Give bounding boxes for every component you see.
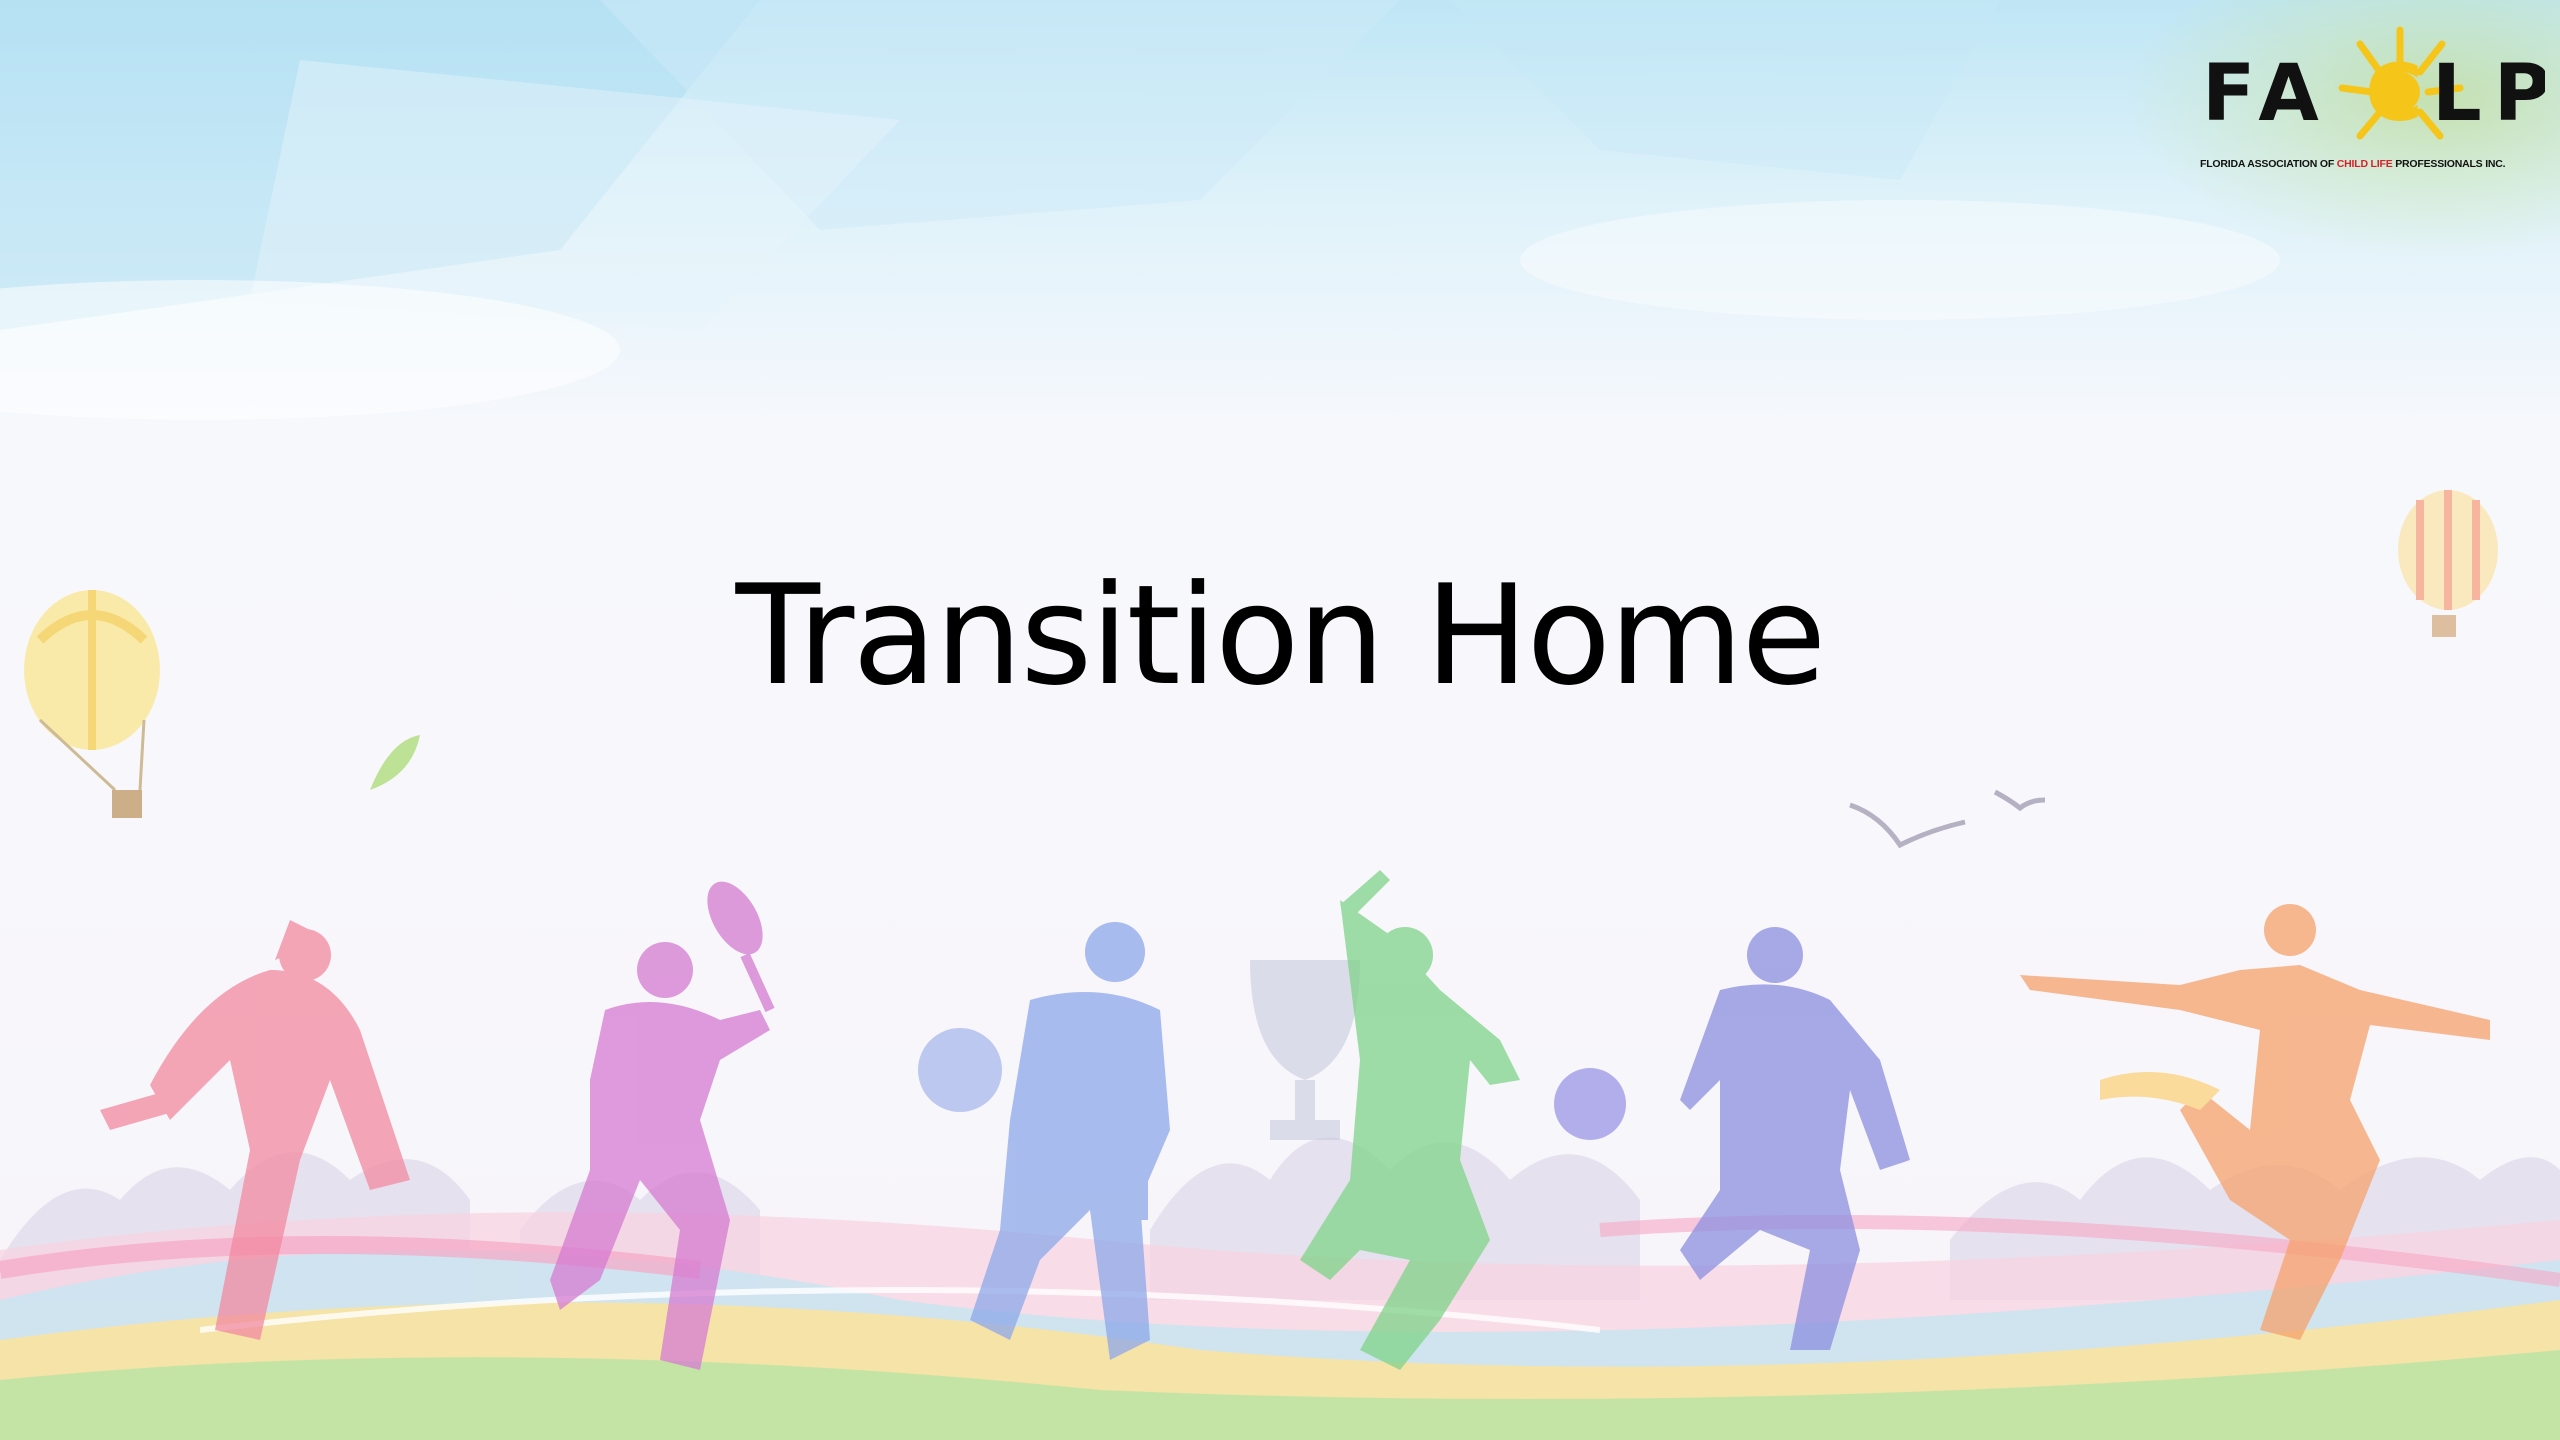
- svg-text:C: C: [2365, 49, 2422, 139]
- logo-letters-right: LP: [2432, 49, 2545, 139]
- logo-tagline-highlight: CHILD LIFE: [2336, 158, 2393, 170]
- trophy-icon: [1250, 960, 1360, 1140]
- leaf-icon: [370, 735, 420, 790]
- logo-tagline: FLORIDA ASSOCIATION OF CHILD LIFE PROFES…: [2200, 158, 2545, 170]
- logo-tagline-start: FLORIDA ASSOCIATION OF: [2200, 158, 2337, 170]
- ball-icon: [1554, 1068, 1626, 1140]
- logo-letters-left: FA: [2202, 49, 2331, 139]
- slide-title: Transition Home: [735, 555, 1827, 716]
- faclp-wordmark: FA C LP: [2202, 26, 2545, 140]
- birds-icon: [1849, 789, 2046, 849]
- faclp-logo: FA C LP FLORIDA ASSOCIATION OF CHILD LIF…: [2120, 0, 2560, 260]
- logo-tagline-end: PROFESSIONALS INC.: [2392, 158, 2506, 170]
- slide: FA C LP FLORIDA ASSOCIATION OF CHILD LIF…: [0, 0, 2560, 1440]
